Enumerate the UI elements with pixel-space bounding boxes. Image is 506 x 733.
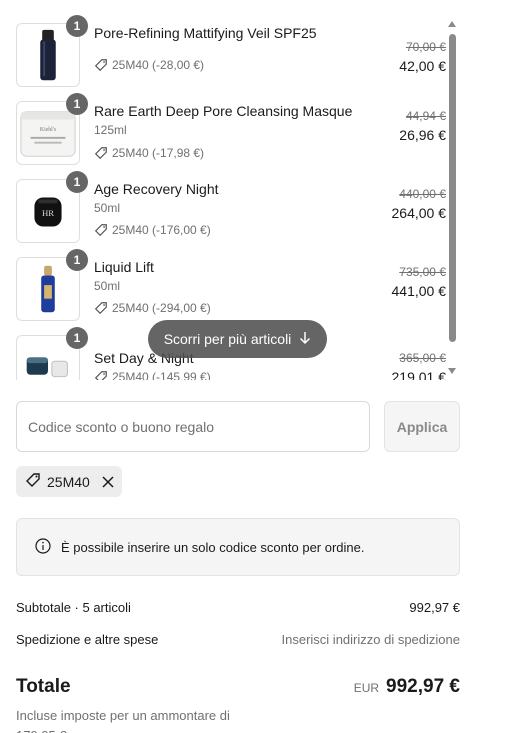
applied-code-label: 25M40 xyxy=(47,473,90,490)
cart-item: HR 1 Age Recovery Night 50ml 25M40 (-176… xyxy=(16,171,447,245)
discount-text: 25M40 (-145,99 €) xyxy=(112,370,211,380)
total-label: Totale xyxy=(16,676,71,697)
info-text: È possibile inserire un solo codice scon… xyxy=(61,539,365,555)
tag-icon xyxy=(25,472,41,491)
svg-text:Kiehl's: Kiehl's xyxy=(40,127,57,133)
svg-text:HR: HR xyxy=(42,208,54,218)
scrollbar-thumb[interactable] xyxy=(449,34,456,342)
scroll-more-label: Scorri per più articoli xyxy=(163,331,292,347)
original-price: 440,00 € xyxy=(399,187,446,201)
tag-icon xyxy=(94,223,108,237)
tag-icon xyxy=(94,301,108,315)
final-price: 441,00 € xyxy=(391,283,447,299)
final-price: 42,00 € xyxy=(399,58,446,74)
scroll-more-button[interactable]: Scorri per più articoli xyxy=(148,320,327,358)
product-title: Rare Earth Deep Pore Cleansing Masque xyxy=(94,103,353,119)
product-title: Pore-Refining Mattifying Veil SPF25 xyxy=(94,25,317,41)
discount-text: 25M40 (-17,98 €) xyxy=(112,146,205,160)
item-discount: 25M40 (-145,99 €) xyxy=(94,370,211,380)
subtotal-row: Subtotale · 5 articoli 992,97 € xyxy=(16,600,460,615)
tax-note: Incluse imposte per un ammontare di 179,… xyxy=(16,708,230,733)
discount-info-box: È possibile inserire un solo codice scon… xyxy=(16,518,460,576)
total-value: EUR 992,97 € xyxy=(354,676,460,698)
scroll-down-arrow[interactable] xyxy=(447,367,457,375)
item-discount: 25M40 (-28,00 €) xyxy=(94,58,204,72)
quantity-badge: 1 xyxy=(66,171,88,193)
product-variant: 50ml xyxy=(94,201,121,215)
quantity-badge: 1 xyxy=(66,93,88,115)
discount-text: 25M40 (-28,00 €) xyxy=(112,58,205,72)
quantity-badge: 1 xyxy=(66,15,88,37)
currency-code: EUR xyxy=(353,681,380,695)
discount-code-input[interactable] xyxy=(16,401,370,452)
total-amount: 992,97 € xyxy=(386,676,460,697)
arrow-down-icon xyxy=(299,331,311,348)
final-price: 26,96 € xyxy=(399,127,446,143)
apply-button[interactable]: Applica xyxy=(384,401,460,452)
item-discount: 25M40 (-176,00 €) xyxy=(94,223,211,237)
original-price: 44,94 € xyxy=(405,109,446,123)
tag-icon xyxy=(94,146,108,160)
tag-icon xyxy=(94,370,108,380)
quantity-badge: 1 xyxy=(66,327,88,349)
cart-item: 1 Liquid Lift 50ml 25M40 (-294,00 €) 735… xyxy=(16,249,447,323)
product-title: Age Recovery Night xyxy=(94,181,219,197)
info-icon xyxy=(35,537,51,557)
shipping-label: Spedizione e altre spese xyxy=(16,632,159,647)
close-icon[interactable] xyxy=(102,475,114,488)
item-discount: 25M40 (-294,00 €) xyxy=(94,301,211,315)
discount-text: 25M40 (-176,00 €) xyxy=(112,223,211,237)
tag-icon xyxy=(94,58,108,72)
cart-item: Kiehl's 1 Rare Earth Deep Pore Cleansing… xyxy=(16,93,446,167)
scroll-up-arrow[interactable] xyxy=(447,20,457,28)
product-title: Liquid Lift xyxy=(94,259,154,275)
original-price: 70,00 € xyxy=(405,40,446,54)
item-discount: 25M40 (-17,98 €) xyxy=(94,146,204,160)
shipping-value: Inserisci indirizzo di spedizione xyxy=(281,632,460,647)
product-variant: 50ml xyxy=(94,279,121,293)
final-price: 219,01 € xyxy=(391,369,447,380)
final-price: 264,00 € xyxy=(391,205,447,221)
shipping-row: Spedizione e altre spese Inserisci indir… xyxy=(16,632,460,647)
cart-item: 1 Pore-Refining Mattifying Veil SPF25 25… xyxy=(16,15,446,89)
product-variant: 125ml xyxy=(94,123,127,137)
discount-text: 25M40 (-294,00 €) xyxy=(112,301,211,315)
quantity-badge: 1 xyxy=(66,249,88,271)
original-price: 735,00 € xyxy=(399,265,446,279)
original-price: 365,00 € xyxy=(399,351,446,365)
applied-code-chip: 25M40 xyxy=(16,466,122,497)
subtotal-label: Subtotale · 5 articoli xyxy=(16,600,131,615)
subtotal-value: 992,97 € xyxy=(409,600,460,615)
